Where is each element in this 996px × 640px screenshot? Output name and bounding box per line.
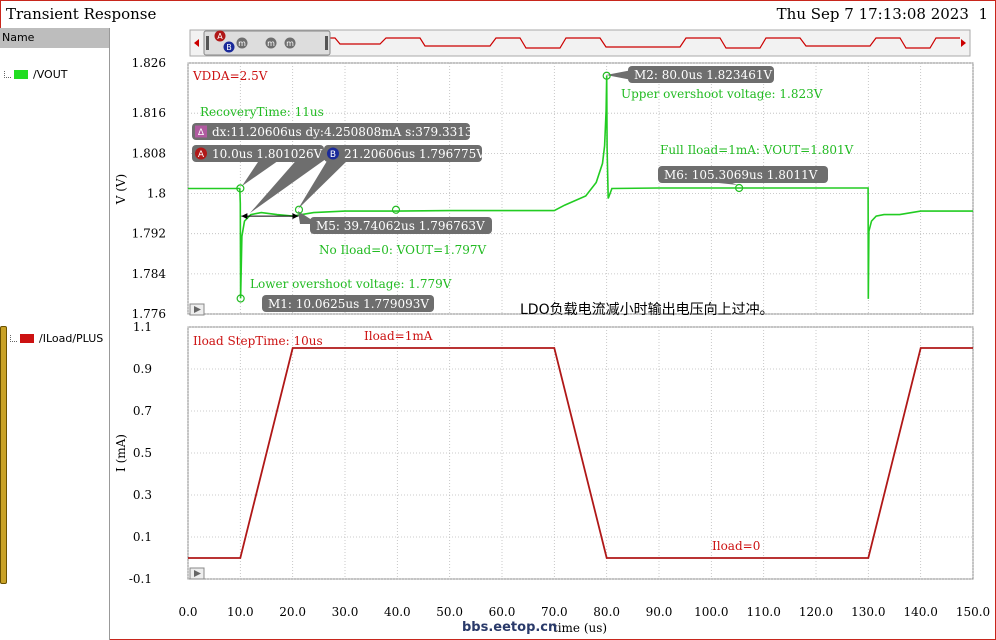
xtick-label: 110.0: [746, 605, 780, 619]
iload-1ma-note: Iload=1mA: [364, 329, 433, 343]
ytick-label: 0.5: [133, 446, 152, 460]
window-handle-right[interactable]: [325, 36, 328, 50]
overview-marker-label: B: [226, 43, 232, 52]
full-iload-note: Full Iload=1mA: VOUT=1.801V: [660, 143, 854, 157]
label-text: M5: 39.74062us 1.796763V: [316, 219, 485, 233]
label-text: M1: 10.0625us 1.779093V: [268, 297, 429, 311]
ytick-label: 0.9: [133, 362, 152, 376]
iload-plot: 1.1 0.9 0.7 0.5 0.3 0.1 -0.1 0.0 10.0 20.0 30.0 40…: [114, 320, 990, 635]
vout-yticks: 1.826 1.816 1.808 1.8 1.792 1.784 1.776: [132, 56, 167, 321]
xtick-label: 130.0: [851, 605, 885, 619]
label-text: M6: 105.3069us 1.8011V: [664, 168, 818, 182]
ytick-label: 0.1: [133, 530, 152, 544]
xtick-label: 140.0: [903, 605, 937, 619]
marker-b-label[interactable]: B 21.20606us 1.796775V: [324, 145, 485, 162]
label-text: M2: 80.0us 1.823461V: [634, 68, 772, 82]
xtick-label: 150.0: [956, 605, 990, 619]
lower-overshoot-note: Lower overshoot voltage: 1.779V: [250, 277, 452, 291]
time-xticks: 0.0 10.0 20.0 30.0 40.0 50.0 60.0 70.0 80.0 90.0 1…: [178, 605, 990, 619]
ytick-label: 0.7: [133, 404, 152, 418]
ytick-label: 0.3: [133, 488, 152, 502]
overview-marker-label: m: [286, 39, 294, 48]
ytick-label: 1.8: [147, 187, 166, 201]
iload-0-note: Iload=0: [712, 539, 760, 553]
m6-label[interactable]: M6: 105.3069us 1.8011V: [658, 166, 828, 183]
ytick-label: 1.816: [132, 106, 166, 120]
xtick-label: 60.0: [489, 605, 516, 619]
ytick-label: -0.1: [129, 572, 152, 586]
ytick-label: 1.826: [132, 56, 166, 70]
overview-marker-label: m: [267, 39, 275, 48]
overview-marker-label: A: [217, 32, 223, 41]
chinese-note: LDO负载电流减小时输出电压向上过冲。: [520, 302, 774, 318]
xtick-label: 100.0: [694, 605, 728, 619]
label-text: 21.20606us 1.796775V: [344, 147, 485, 161]
ytick-label: 1.808: [132, 146, 166, 160]
m5-label[interactable]: M5: 39.74062us 1.796763V: [310, 217, 492, 234]
xtick-label: 10.0: [227, 605, 254, 619]
vdda-note: VDDA=2.5V: [192, 69, 268, 83]
m1-label[interactable]: M1: 10.0625us 1.779093V: [262, 295, 434, 312]
ytick-label: 1.792: [132, 227, 166, 241]
iload-yticks: 1.1 0.9 0.7 0.5 0.3 0.1 -0.1: [129, 320, 152, 586]
badge-letter: B: [330, 150, 336, 160]
iload-expand-icon[interactable]: [189, 567, 205, 580]
xtick-label: 0.0: [178, 605, 197, 619]
vout-expand-icon[interactable]: [189, 303, 205, 316]
steptime-note: Iload StepTime: 10us: [193, 334, 323, 348]
watermark: bbs.eetop.cn: [462, 620, 558, 635]
xtick-label: 40.0: [384, 605, 411, 619]
waveform-plot: AB m m m 1.8261.8161.8081.81.7921.7841.776 …: [114, 29, 990, 635]
badge-letter: Δ: [198, 128, 205, 138]
window-handle-left[interactable]: [206, 36, 209, 50]
xtick-label: 80.0: [593, 605, 620, 619]
marker-a-label[interactable]: A 10.0us 1.801026V: [192, 145, 324, 162]
upper-overshoot-note: Upper overshoot voltage: 1.823V: [621, 87, 823, 101]
m2-label[interactable]: M2: 80.0us 1.823461V: [628, 66, 774, 83]
delta-label[interactable]: Δdx:11.20606us dy:4.250808mA s:379.3313: [192, 123, 473, 140]
xtick-label: 70.0: [541, 605, 568, 619]
vout-plot: 1.8261.8161.8081.81.7921.7841.776 V (V) …: [114, 56, 974, 321]
label-text: dx:11.20606us dy:4.250808mA s:379.3313: [212, 125, 473, 139]
ytick-label: 1.784: [132, 267, 167, 281]
xtick-label: 120.0: [799, 605, 833, 619]
overview-marker-label: m: [238, 39, 246, 48]
no-iload-note: No Iload=0: VOUT=1.797V: [319, 243, 487, 257]
overview-strip[interactable]: AB m m m: [189, 29, 971, 57]
ytick-label: 1.776: [132, 307, 166, 321]
xtick-label: 90.0: [646, 605, 673, 619]
xtick-label: 30.0: [332, 605, 359, 619]
time-xlabel: time (us): [553, 621, 607, 635]
label-text: 10.0us 1.801026V: [212, 147, 323, 161]
ytick-label: 1.1: [133, 320, 152, 334]
iload-ylabel: I (mA): [114, 434, 128, 472]
xtick-label: 50.0: [436, 605, 463, 619]
badge-letter: A: [198, 150, 205, 160]
xtick-label: 20.0: [279, 605, 306, 619]
recovery-note: RecoveryTime: 11us: [200, 105, 324, 119]
vout-ylabel: V (V): [114, 174, 128, 206]
